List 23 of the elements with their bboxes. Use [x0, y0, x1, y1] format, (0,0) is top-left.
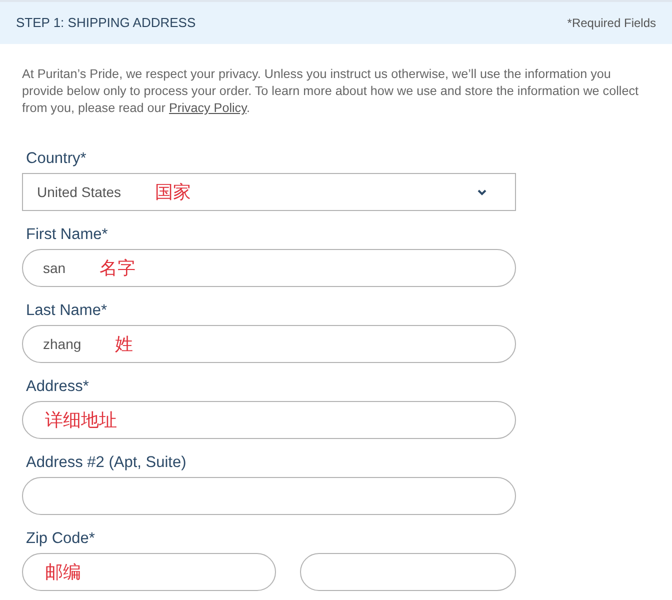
- country-select[interactable]: United States 国家: [22, 173, 516, 211]
- input-field[interactable]: san 名字: [22, 249, 516, 287]
- annotation-text: 详细地址: [45, 408, 117, 432]
- field-label: First Name*: [26, 225, 109, 245]
- privacy-notice: At Puritan’s Pride, we respect your privacy. Unless you instruct us otherwise, we’ll use the information you provide below only to process your order. To learn more about how we use and store the information we collect from you, please read our Privacy Policy.: [22, 66, 640, 117]
- privacy-policy-link[interactable]: Privacy Policy: [169, 101, 246, 115]
- input-field[interactable]: 邮编: [22, 553, 276, 591]
- section-title: STEP 1: SHIPPING ADDRESS: [16, 14, 196, 32]
- field-label: Zip Code*: [26, 529, 96, 549]
- annotation-text: 名字: [100, 256, 136, 280]
- annotation-text: 国家: [155, 180, 192, 204]
- input-field[interactable]: [300, 553, 516, 591]
- required-fields-note: *Required Fields: [567, 15, 656, 32]
- field-label: Country*: [26, 149, 88, 169]
- annotation-text: 姓: [115, 332, 134, 356]
- field-label: Address #2 (Apt, Suite): [26, 453, 188, 473]
- chevron-down-icon: [477, 188, 487, 196]
- annotation-text: 邮编: [45, 560, 81, 584]
- field-label: Address*: [26, 377, 90, 397]
- input-field[interactable]: 详细地址: [22, 401, 516, 439]
- input-field[interactable]: [22, 477, 516, 515]
- input-field[interactable]: zhang 姓: [22, 325, 516, 363]
- field-label: Last Name*: [26, 301, 108, 321]
